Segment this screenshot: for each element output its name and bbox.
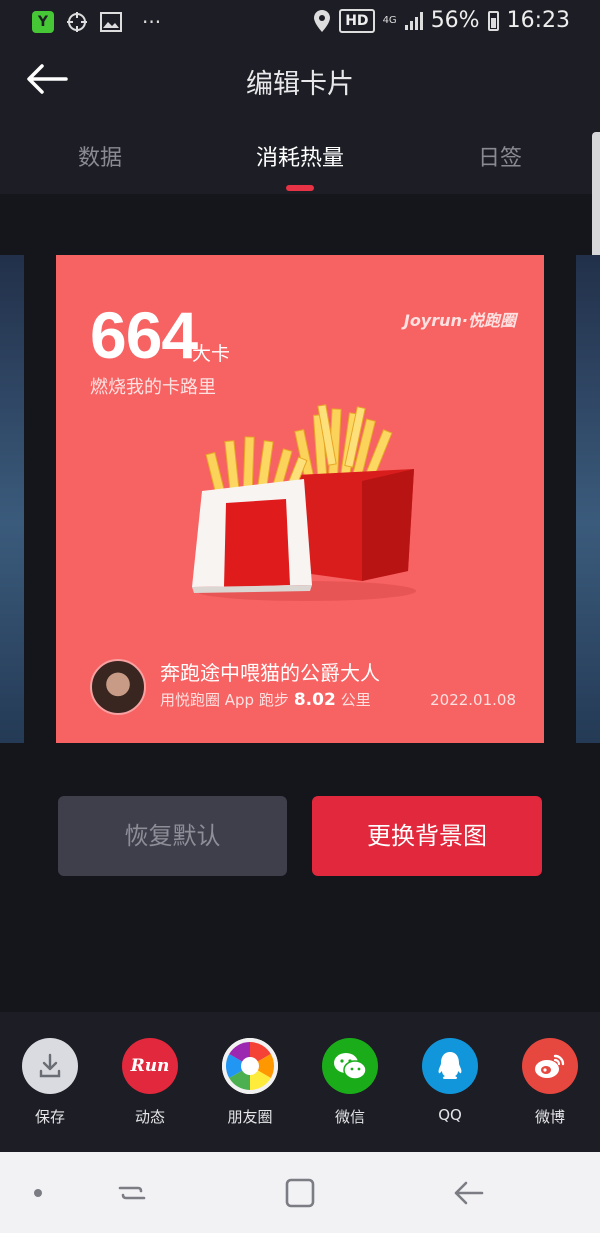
run-prefix: 用悦跑圈 App 跑步 (160, 691, 289, 709)
battery-percent: 56% (430, 8, 480, 33)
weibo-icon (522, 1038, 578, 1094)
tab-calories[interactable]: 消耗热量 (256, 140, 344, 172)
run-logo-text: Run (130, 1056, 170, 1076)
header: 编辑卡片 数据 消耗热量 日签 (0, 44, 600, 194)
change-background-button[interactable]: 更换背景图 (312, 796, 542, 876)
tab-daily-sign[interactable]: 日签 (478, 140, 522, 172)
run-summary: 用悦跑圈 App 跑步 8.02 公里 (160, 689, 371, 710)
share-card: 664 大卡 燃烧我的卡路里 Joyrun·悦跑圈 奔跑途中喂猫的公爵大人 用悦… (56, 255, 544, 743)
image-icon (100, 12, 122, 32)
run-date: 2022.01.08 (430, 691, 516, 709)
crosshair-icon (67, 12, 87, 32)
home-icon[interactable] (280, 1176, 320, 1210)
next-card-preview[interactable] (576, 255, 600, 743)
share-save-label: 保存 (34, 1108, 65, 1126)
qq-penguin-icon (422, 1038, 478, 1094)
more-notifications-icon: ··· (142, 10, 162, 34)
user-name: 奔跑途中喂猫的公爵大人 (160, 661, 380, 685)
hd-badge: HD (339, 8, 375, 33)
share-weibo[interactable]: 微博 (500, 1038, 600, 1127)
calories-unit: 大卡 (192, 343, 231, 365)
previous-card-preview[interactable] (0, 255, 24, 743)
share-qq[interactable]: QQ (400, 1038, 500, 1124)
share-save[interactable]: 保存 (0, 1038, 100, 1127)
active-tab-indicator (286, 185, 314, 191)
network-type: 4G (382, 14, 397, 26)
page-title: 编辑卡片 (246, 69, 354, 100)
nav-dot-icon[interactable] (18, 1176, 58, 1210)
avatar (90, 659, 146, 715)
aperture-icon (222, 1038, 278, 1094)
share-qq-label: QQ (438, 1106, 462, 1124)
run-distance: 8.02 (293, 690, 336, 710)
tab-data[interactable]: 数据 (78, 140, 122, 172)
share-feed[interactable]: Run 动态 (100, 1038, 200, 1127)
french-fries-illustration (192, 404, 416, 601)
run-distance-unit: 公里 (340, 691, 371, 709)
reset-default-button[interactable]: 恢复默认 (58, 796, 287, 876)
status-bar: Y ··· HD 4G 56% 16:23 (0, 0, 600, 44)
share-wechat-label: 微信 (334, 1108, 365, 1126)
battery-icon (487, 10, 499, 31)
recent-apps-icon[interactable] (112, 1176, 152, 1210)
download-icon (22, 1038, 78, 1094)
share-moments-label: 朋友圈 (227, 1108, 273, 1126)
app-notification-icon: Y (32, 11, 54, 33)
location-icon (314, 9, 331, 32)
share-wechat[interactable]: 微信 (300, 1038, 400, 1127)
tab-bar: 数据 消耗热量 日签 (0, 140, 600, 180)
share-moments[interactable]: 朋友圈 (200, 1038, 300, 1127)
back-icon[interactable] (448, 1176, 488, 1210)
brand-logo: Joyrun·悦跑圈 (403, 311, 516, 330)
share-bar: 保存 Run 动态 朋友圈 微信 QQ 微博 (0, 1012, 600, 1152)
clock: 16:23 (506, 8, 570, 33)
signal-icon (404, 11, 423, 30)
share-feed-label: 动态 (134, 1108, 165, 1126)
calories-value: 664 (90, 298, 198, 372)
share-weibo-label: 微博 (534, 1108, 565, 1126)
wechat-icon (322, 1038, 378, 1094)
run-logo-icon: Run (122, 1038, 178, 1094)
system-nav-bar (0, 1152, 600, 1233)
